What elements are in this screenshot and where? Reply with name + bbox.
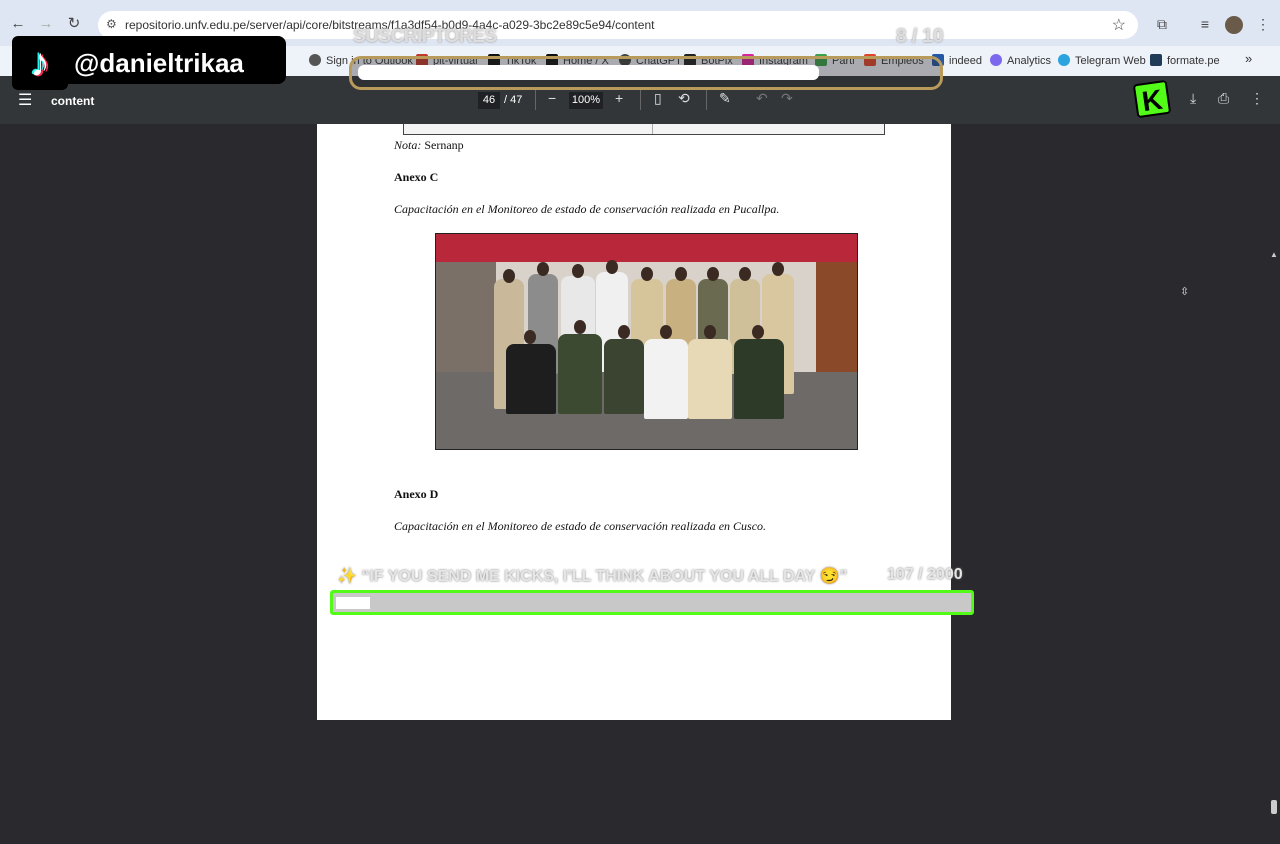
bookmark-favicon-icon <box>1058 54 1070 66</box>
site-info-icon[interactable]: ⚙ <box>106 17 117 31</box>
bookmark-item[interactable]: Telegram Web <box>1058 54 1146 67</box>
annex-d-heading: Anexo D <box>394 487 439 501</box>
more-options-icon[interactable]: ⋮ <box>1250 90 1264 107</box>
toolbar-divider <box>535 90 536 110</box>
profile-avatar[interactable] <box>1225 16 1243 34</box>
bookmark-favicon-icon <box>1150 54 1162 66</box>
group-photo-image <box>435 233 858 450</box>
photo-head <box>675 267 687 281</box>
kick-logo-icon: K <box>1132 79 1172 119</box>
bookmark-label: indeed <box>949 55 983 67</box>
back-icon[interactable]: ← <box>8 14 28 34</box>
redo-icon[interactable]: ↷ <box>781 90 793 107</box>
photo-ceiling <box>436 234 857 262</box>
bookmark-favicon-icon <box>309 54 321 66</box>
kick-goal-message: ✨ “IF YOU SEND ME KICKS, I’LL THINK ABOU… <box>337 568 848 585</box>
menu-icon[interactable]: ☰ <box>18 90 32 110</box>
photo-head <box>537 262 549 276</box>
annex-d-caption: Capacitación en el Monitoreo de estado d… <box>394 519 767 533</box>
bookmark-item[interactable]: formate.pe <box>1150 54 1220 67</box>
download-icon[interactable]: ⤓ <box>1190 90 1196 107</box>
vertical-scrollbar[interactable]: ▲ <box>1268 248 1280 844</box>
tiktok-handle: @danieltrikaa <box>74 48 244 78</box>
note-line: Nota: Sernanp <box>394 138 464 153</box>
photo-head <box>660 325 672 339</box>
annex-c-caption: Capacitación en el Monitoreo de estado d… <box>394 202 780 216</box>
photo-head <box>503 269 515 283</box>
bookmark-label: Telegram Web <box>1075 55 1146 67</box>
bookmark-item[interactable]: Analytics <box>990 54 1051 67</box>
note-label: Nota: <box>394 138 422 152</box>
subscriber-goal-label: SUSCRIPTORES <box>353 26 497 47</box>
bookmark-star-icon[interactable]: ☆ <box>1112 15 1126 35</box>
photo-head <box>704 325 716 339</box>
kick-goal-fill <box>336 597 370 609</box>
annex-c-heading: Anexo C <box>394 170 439 184</box>
pdf-page: Nota: Sernanp Anexo C Capacitación en el… <box>317 124 951 720</box>
forward-icon[interactable]: → <box>36 14 56 34</box>
kick-goal-count: 107 / 2000 <box>887 566 963 583</box>
photo-head <box>641 267 653 281</box>
tiktok-logo-icon: ♪ <box>12 36 68 90</box>
photo-person <box>688 339 732 419</box>
cursor-icon: ⇳ <box>1180 286 1190 298</box>
undo-icon[interactable]: ↶ <box>756 90 768 107</box>
zoom-input[interactable]: 100% <box>569 92 603 109</box>
photo-head <box>707 267 719 281</box>
note-value: Sernanp <box>424 138 464 152</box>
subscriber-goal-fill <box>358 65 819 80</box>
address-bar[interactable]: ⚙ repositorio.unfv.edu.pe/server/api/cor… <box>98 11 1138 39</box>
more-bookmarks-button[interactable]: » <box>1245 51 1252 66</box>
photo-head <box>752 325 764 339</box>
page-total: / 47 <box>504 94 523 106</box>
subscriber-goal-bar <box>349 56 943 90</box>
photo-person <box>558 334 602 414</box>
photo-head <box>574 320 586 334</box>
table-fragment <box>403 124 885 135</box>
toolbar-divider <box>640 90 641 110</box>
table-divider <box>652 124 653 134</box>
photo-head <box>606 260 618 274</box>
bookmark-label: Analytics <box>1007 55 1052 67</box>
pdf-viewer[interactable]: Nota: Sernanp Anexo C Capacitación en el… <box>0 124 1280 844</box>
scroll-up-icon[interactable]: ▲ <box>1270 250 1278 259</box>
zoom-in-button[interactable]: + <box>615 90 623 106</box>
photo-head <box>618 325 630 339</box>
rotate-icon[interactable]: ⟲ <box>678 90 690 107</box>
photo-person <box>734 339 784 419</box>
page-number-input[interactable]: 46 <box>478 92 500 109</box>
photo-panel <box>436 262 496 372</box>
reload-icon[interactable]: ↻ <box>64 14 84 34</box>
browser-menu-icon[interactable]: ⋮ <box>1253 14 1273 34</box>
bookmark-label: formate.pe <box>1167 55 1220 67</box>
photo-head <box>524 330 536 344</box>
extensions-icon[interactable]: ⧉ <box>1152 14 1172 34</box>
photo-person <box>506 344 556 414</box>
photo-head <box>572 264 584 278</box>
zoom-out-button[interactable]: − <box>548 90 556 106</box>
print-icon[interactable]: ⎙ <box>1218 90 1229 107</box>
pdf-title: content <box>51 94 95 108</box>
photo-person <box>644 339 688 419</box>
toolbar-divider <box>706 90 707 110</box>
annotate-icon[interactable]: ✎ <box>719 90 731 107</box>
photo-head <box>739 267 751 281</box>
reading-list-icon[interactable]: ≡ <box>1195 14 1215 34</box>
kick-goal-bar <box>330 590 974 615</box>
photo-head <box>772 262 784 276</box>
fit-page-icon[interactable]: ▯ <box>654 90 662 107</box>
subscriber-goal-count: 8 / 10 <box>896 26 944 47</box>
photo-person <box>604 339 644 414</box>
photo-panel <box>816 262 857 372</box>
scrollbar-thumb[interactable] <box>1271 800 1277 814</box>
bookmark-favicon-icon <box>990 54 1002 66</box>
